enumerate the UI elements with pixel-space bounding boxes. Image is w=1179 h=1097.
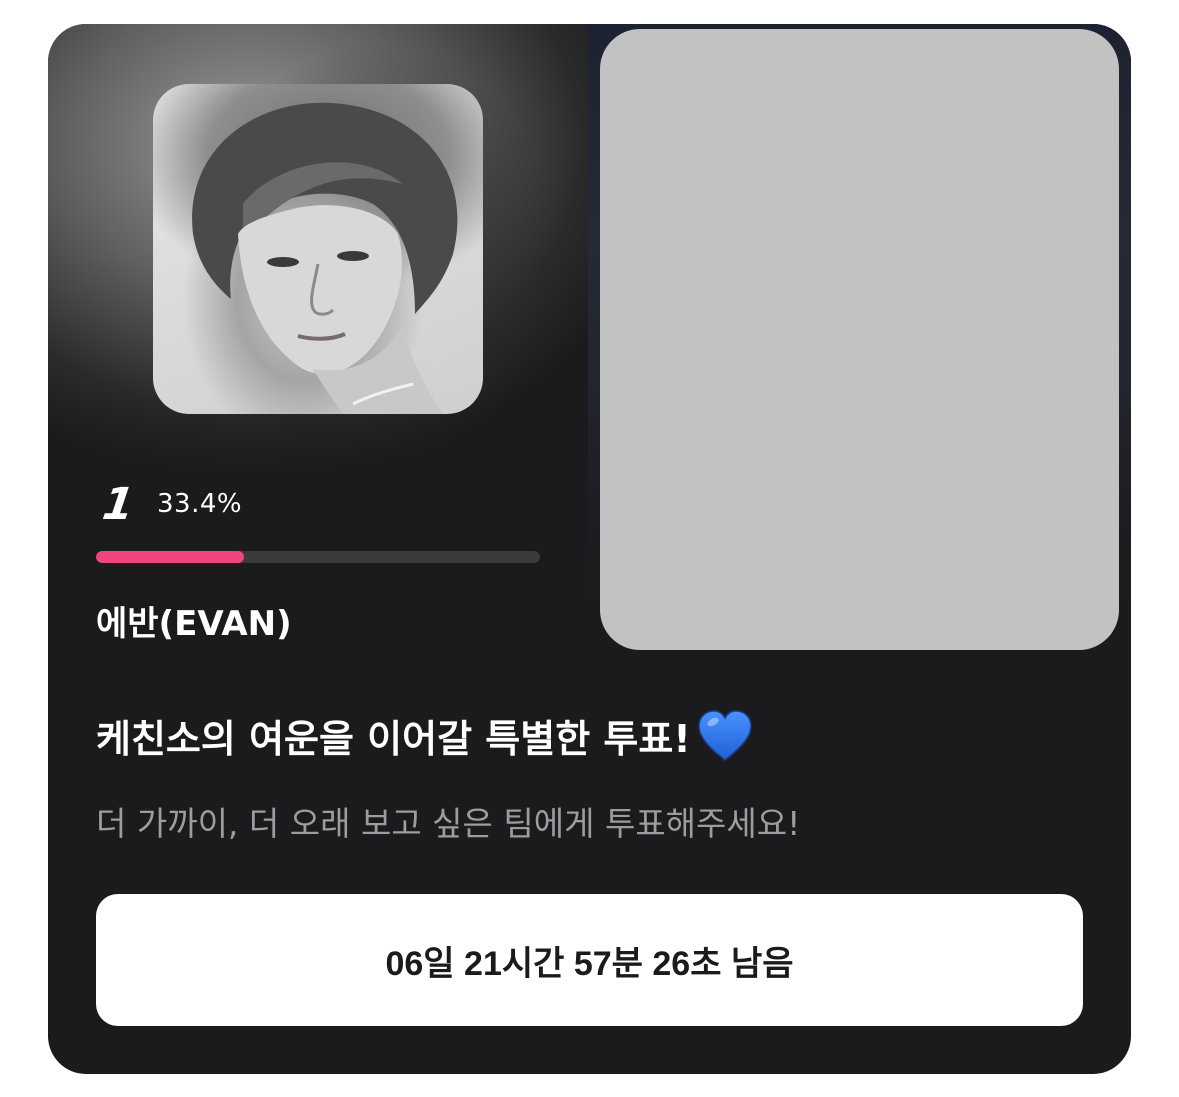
- vote-progress-bar: [96, 551, 540, 563]
- rank-row: 1 33.4%: [99, 479, 243, 530]
- blue-heart-icon: [697, 709, 752, 761]
- countdown-button[interactable]: 06일 21시간 57분 26초 남음: [96, 894, 1083, 1026]
- rank-number: 1: [99, 478, 138, 530]
- vote-title: 케친소의 여운을 이어갈 특별한 투표!: [96, 708, 753, 763]
- candidate-photo[interactable]: [153, 84, 483, 414]
- vote-progress-fill: [96, 551, 245, 563]
- vote-percent: 33.4%: [157, 489, 243, 519]
- vote-card[interactable]: 1 33.4% 에반(EVAN) 케친소의 여운을 이어갈 특별한 투표! 더 …: [48, 24, 1131, 1074]
- portrait-illustration: [192, 102, 458, 414]
- candidate-name: 에반(EVAN): [96, 604, 292, 644]
- vote-title-text: 케친소의 여운을 이어갈 특별한 투표!: [96, 717, 691, 761]
- vote-subtitle: 더 가까이, 더 오래 보고 싶은 팀에게 투표해주세요!: [96, 804, 801, 843]
- second-candidate-placeholder[interactable]: [600, 29, 1119, 650]
